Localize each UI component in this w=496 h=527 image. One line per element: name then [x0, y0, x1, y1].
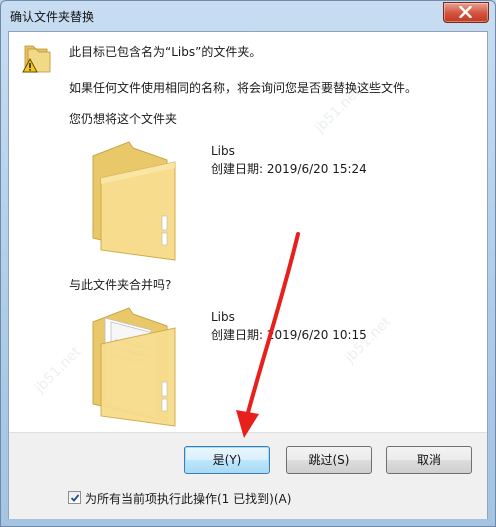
warning-folder-icon: [22, 45, 51, 73]
close-icon: [459, 6, 472, 18]
source-folder-icon: [92, 307, 176, 427]
source-folder-date: 创建日期: 2019/6/20 10:15: [211, 328, 367, 342]
message-line-1: 此目标已包含名为“Libs”的文件夹。: [69, 45, 262, 59]
watermark-text: jb51.net: [31, 343, 85, 397]
message-line-3: 您仍想将这个文件夹: [69, 112, 178, 126]
message-line-4: 与此文件夹合并吗?: [69, 278, 172, 292]
checkmark-icon: [70, 494, 80, 502]
title-bar[interactable]: 确认文件夹替换: [1, 1, 495, 31]
cancel-button[interactable]: 取消: [386, 446, 472, 474]
window-title: 确认文件夹替换: [10, 10, 95, 24]
target-folder-name: Libs: [211, 144, 235, 158]
skip-button[interactable]: 跳过(S): [286, 446, 372, 474]
dialog-content: jb51.net jb51.net jb51.net 此目标已包含名为“Libs…: [8, 31, 488, 519]
apply-all-label: 为所有当前项执行此操作(1 已找到)(A): [85, 492, 292, 506]
target-folder-date: 创建日期: 2019/6/20 15:24: [211, 162, 367, 176]
target-folder-icon: [92, 141, 176, 261]
message-line-2: 如果任何文件使用相同的名称，将会询问您是否要替换这些文件。: [69, 81, 418, 95]
close-button[interactable]: [443, 2, 489, 23]
yes-button[interactable]: 是(Y): [184, 446, 270, 474]
checkbox-box[interactable]: [68, 491, 81, 504]
source-folder-name: Libs: [211, 310, 235, 324]
dialog-window: 确认文件夹替换 jb51.net jb51.net jb51.net 此目标已包…: [0, 0, 496, 527]
